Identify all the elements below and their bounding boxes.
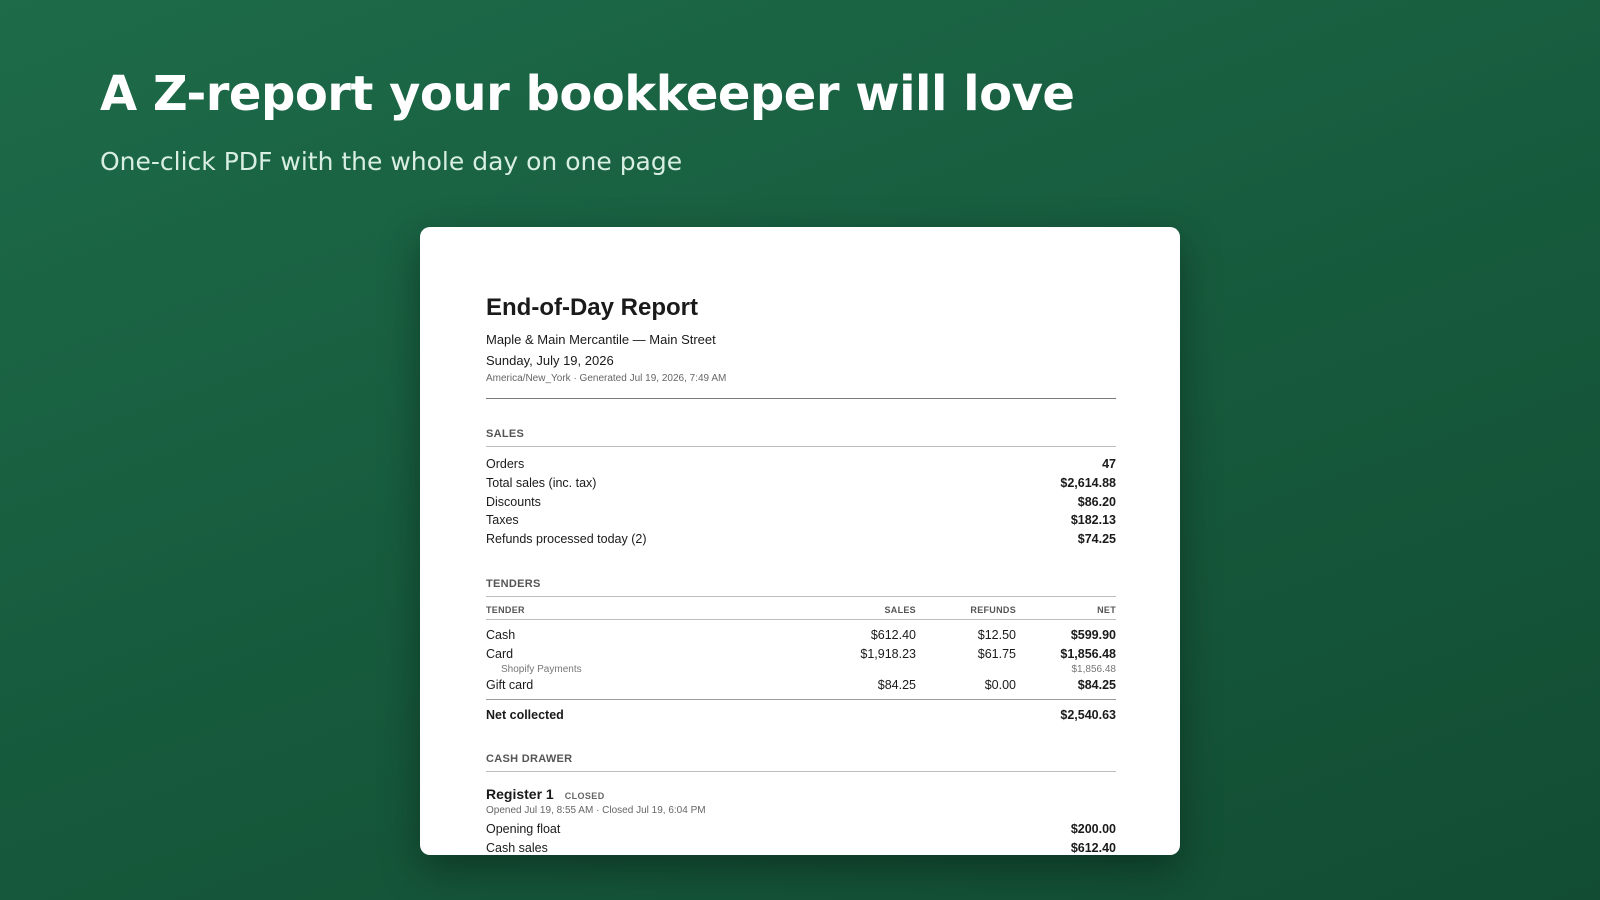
report-preview-card: End-of-Day Report Maple & Main Mercantil… [420, 227, 1180, 855]
tender-name: Gift card [486, 677, 534, 692]
column-header-refunds: REFUNDS [916, 602, 1016, 620]
register-status-badge: CLOSED [564, 790, 605, 801]
tender-row-card: Card $1,918.23 $61.75 $1,856.48 [486, 645, 1116, 664]
register-name: Register 1 [486, 785, 554, 802]
drawer-row-value: $612.40 [1070, 840, 1116, 855]
net-collected-row: Net collected $2,540.63 [486, 698, 1116, 724]
sales-row-refunds: Refunds processed today (2) $74.25 [486, 530, 1116, 549]
tenders-header-row: TENDER SALES REFUNDS NET [486, 602, 1116, 620]
tenders-section-label: TENDERS [486, 577, 1116, 597]
column-header-net: NET [1016, 602, 1116, 620]
register-meta: Opened Jul 19, 8:55 AM · Closed Jul 19, … [486, 804, 706, 816]
sales-row-label: Total sales (inc. tax) [486, 475, 597, 490]
net-collected-label: Net collected [486, 707, 564, 722]
net-collected-value: $2,540.63 [1060, 707, 1116, 722]
drawer-row-value: $200.00 [1070, 821, 1116, 836]
tender-name: Card [486, 646, 514, 661]
sales-row-label: Discounts [486, 494, 541, 509]
report-generated-meta: America/New_York · Generated Jul 19, 202… [486, 373, 727, 384]
sales-row-taxes: Taxes $182.13 [486, 511, 1116, 530]
cash-drawer-section-label: CASH DRAWER [486, 752, 1116, 772]
sales-row-label: Refunds processed today (2) [486, 532, 647, 547]
hero-subtitle: One-click PDF with the whole day on one … [100, 147, 683, 176]
sales-rows: Orders 47 Total sales (inc. tax) $2,614.… [486, 455, 1116, 549]
sales-row-value: $86.20 [1077, 494, 1116, 509]
tenders-table: TENDER SALES REFUNDS NET Cash $612.40 $1… [486, 602, 1116, 695]
report-title: End-of-Day Report [486, 294, 698, 321]
tender-refunds: $61.75 [977, 646, 1016, 661]
sales-row-value: 47 [1102, 457, 1116, 471]
tender-row-gift-card: Gift card $84.25 $0.00 $84.25 [486, 676, 1116, 695]
sales-row-label: Orders [486, 457, 525, 471]
tender-sales: $1,918.23 [860, 646, 916, 661]
report-store-name: Maple & Main Mercantile — Main Street [486, 332, 716, 347]
tender-name: Cash [486, 627, 516, 642]
column-header-sales: SALES [796, 602, 916, 620]
drawer-row-label: Opening float [486, 821, 561, 836]
report-document: End-of-Day Report Maple & Main Mercantil… [486, 293, 1116, 855]
drawer-row-opening-float: Opening float $200.00 [486, 820, 1116, 839]
tender-net: $599.90 [1070, 627, 1116, 642]
tender-refunds: $12.50 [977, 627, 1016, 642]
tender-row-cash: Cash $612.40 $12.50 $599.90 [486, 619, 1116, 645]
sales-row-value: $2,614.88 [1060, 475, 1116, 490]
register-header: Register 1 CLOSED [486, 786, 1116, 802]
tender-sales: $84.25 [877, 677, 916, 692]
tender-refunds: $0.00 [984, 677, 1016, 692]
drawer-row-cash-sales: Cash sales $612.40 [486, 839, 1116, 855]
sales-row-value: $182.13 [1070, 513, 1116, 528]
drawer-row-label: Cash sales [486, 840, 548, 855]
tender-net: $84.25 [1077, 677, 1116, 692]
sales-row-label: Taxes [486, 513, 519, 528]
tender-net: $1,856.48 [1060, 646, 1116, 661]
cash-drawer-rows: Opening float $200.00 Cash sales $612.40 [486, 820, 1116, 855]
sales-row-discounts: Discounts $86.20 [486, 493, 1116, 512]
sales-row-orders: Orders 47 [486, 455, 1116, 474]
column-header-tender: TENDER [486, 602, 796, 620]
hero-title: A Z-report your bookkeeper will love [100, 66, 1075, 122]
header-divider [486, 398, 1116, 399]
sales-row-total-sales: Total sales (inc. tax) $2,614.88 [486, 474, 1116, 493]
tender-sub-value: $1,856.48 [1071, 663, 1117, 675]
sales-row-value: $74.25 [1077, 532, 1116, 547]
tender-subrow-shopify-payments: Shopify Payments $1,856.48 [486, 664, 1116, 676]
report-date: Sunday, July 19, 2026 [486, 353, 614, 368]
sales-section-label: SALES [486, 427, 1116, 447]
tender-sales: $612.40 [870, 627, 916, 642]
tender-sub-label: Shopify Payments [501, 663, 582, 675]
